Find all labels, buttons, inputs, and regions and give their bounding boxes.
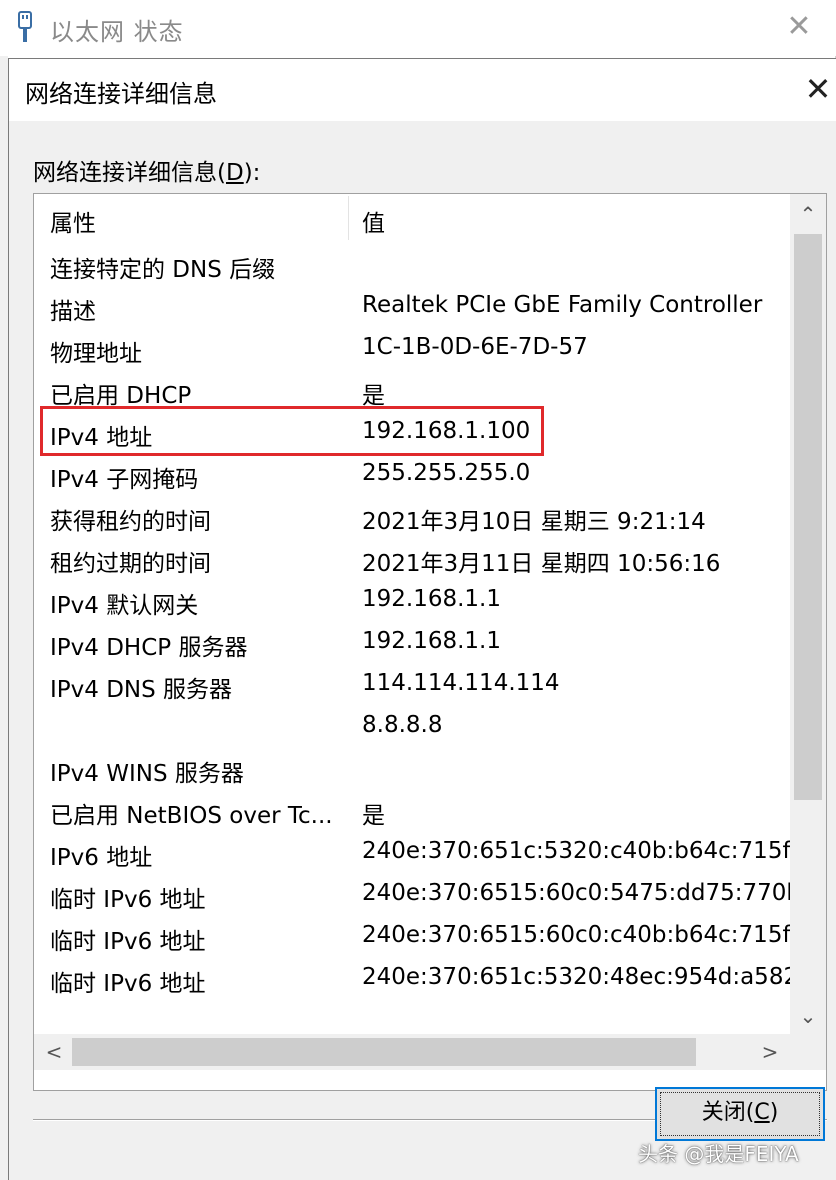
scroll-up-icon[interactable]: ⌃ [790, 196, 826, 232]
row-value: 240e:370:6515:60c0:c40b:b64c:715f:6 [362, 922, 790, 948]
list-row[interactable]: IPv4 WINS 服务器 [34, 746, 790, 788]
row-value: 240e:370:651c:5320:48ec:954d:a582:6 [362, 964, 790, 990]
row-property: 连接特定的 DNS 后缀 [50, 257, 276, 283]
list-row[interactable]: 已启用 DHCP 是 [34, 368, 790, 410]
list-row[interactable]: IPv4 默认网关 192.168.1.1 [34, 578, 790, 620]
column-divider[interactable] [348, 196, 349, 240]
list-row[interactable]: IPv4 DNS 服务器 114.114.114.114 [34, 662, 790, 704]
list-row[interactable]: 描述 Realtek PCIe GbE Family Controller [34, 284, 790, 326]
parent-window-title: 以太网 状态 [50, 18, 184, 46]
list-row[interactable]: 8.8.8.8 [34, 704, 790, 746]
horizontal-scroll-thumb[interactable] [72, 1038, 696, 1066]
scroll-right-icon[interactable]: > [752, 1034, 788, 1070]
row-value: 255.255.255.0 [362, 460, 531, 486]
row-property: IPv4 默认网关 [50, 593, 199, 619]
row-value: 192.168.1.1 [362, 628, 501, 654]
list-row[interactable]: 已启用 NetBIOS over Tc... 是 [34, 788, 790, 830]
row-value: 240e:370:6515:60c0:5475:dd75:770b: [362, 880, 790, 906]
scroll-left-icon[interactable]: < [36, 1034, 72, 1070]
row-property: IPv4 子网掩码 [50, 467, 199, 493]
horizontal-scrollbar[interactable]: < > [34, 1034, 826, 1070]
row-property: IPv4 DNS 服务器 [50, 677, 233, 703]
row-value: 240e:370:651c:5320:c40b:b64c:715f:6 [362, 838, 790, 864]
list-row[interactable]: 获得租约的时间 2021年3月10日 星期三 9:21:14 [34, 494, 790, 536]
network-adapter-icon [18, 11, 32, 42]
close-button[interactable]: 关闭(C) [655, 1087, 825, 1141]
list-row[interactable]: IPv6 地址 240e:370:651c:5320:c40b:b64c:715f… [34, 830, 790, 872]
close-icon[interactable]: ✕ [801, 71, 835, 107]
scrollbar-corner [790, 1034, 826, 1070]
list-rows: 连接特定的 DNS 后缀 描述 Realtek PCIe GbE Family Co… [34, 242, 790, 1034]
vertical-scroll-thumb[interactable] [794, 234, 822, 800]
list-row[interactable]: 物理地址 1C-1B-0D-6E-7D-57 [34, 326, 790, 368]
row-property: 物理地址 [50, 341, 142, 367]
column-header-value[interactable]: 值 [362, 204, 385, 238]
parent-window-edge [0, 56, 8, 1180]
row-value: Realtek PCIe GbE Family Controller [362, 292, 763, 318]
ipv4-address-highlight [40, 406, 544, 456]
list-row[interactable]: 租约过期的时间 2021年3月11日 星期四 10:56:16 [34, 536, 790, 578]
row-property: IPv4 WINS 服务器 [50, 761, 244, 787]
row-property: 临时 IPv6 地址 [50, 929, 206, 955]
column-header-property[interactable]: 属性 [50, 204, 96, 238]
row-value: 是 [362, 383, 385, 409]
dialog-title: 网络连接详细信息 [25, 80, 217, 108]
dialog-titlebar: 网络连接详细信息 ✕ [9, 59, 836, 121]
row-value: 2021年3月11日 星期四 10:56:16 [362, 551, 721, 577]
row-property: 租约过期的时间 [50, 551, 211, 577]
row-property: IPv4 DHCP 服务器 [50, 635, 248, 661]
parent-titlebar: 以太网 状态 ✕ [0, 0, 836, 56]
row-property: 已启用 NetBIOS over Tc... [50, 803, 333, 829]
list-row[interactable]: 临时 IPv6 地址 240e:370:6515:60c0:c40b:b64c:7… [34, 914, 790, 956]
row-value: 2021年3月10日 星期三 9:21:14 [362, 509, 706, 535]
vertical-scrollbar[interactable]: ⌃ ⌄ [790, 194, 826, 1034]
row-value: 8.8.8.8 [362, 712, 443, 738]
list-row[interactable]: 临时 IPv6 地址 240e:370:6515:60c0:5475:dd75:7… [34, 872, 790, 914]
row-value: 114.114.114.114 [362, 670, 560, 696]
row-property: 描述 [50, 299, 96, 325]
row-property: 获得租约的时间 [50, 509, 211, 535]
parent-close-icon[interactable]: ✕ [784, 12, 814, 42]
scroll-down-icon[interactable]: ⌄ [790, 998, 826, 1034]
details-list[interactable]: 属性 值 连接特定的 DNS 后缀 描述 Realtek PCIe GbE Fami… [33, 193, 827, 1091]
row-property: 已启用 DHCP [50, 383, 192, 409]
row-property: 临时 IPv6 地址 [50, 887, 206, 913]
list-header: 属性 值 [34, 194, 790, 242]
list-row[interactable]: IPv4 DHCP 服务器 192.168.1.1 [34, 620, 790, 662]
list-row[interactable]: 临时 IPv6 地址 240e:370:651c:5320:48ec:954d:a… [34, 956, 790, 998]
details-label: 网络连接详细信息(D): [33, 160, 261, 186]
list-row[interactable]: 连接特定的 DNS 后缀 [34, 242, 790, 284]
row-value: 1C-1B-0D-6E-7D-57 [362, 334, 588, 360]
row-value: 192.168.1.1 [362, 586, 501, 612]
list-row[interactable]: IPv4 子网掩码 255.255.255.0 [34, 452, 790, 494]
watermark: 头条 @我是FEIYA [638, 1142, 799, 1166]
network-details-dialog: 网络连接详细信息 ✕ 网络连接详细信息(D): 属性 值 连接特定的 DNS 后… [8, 58, 836, 1180]
row-property: 临时 IPv6 地址 [50, 971, 206, 997]
focus-rect [660, 1092, 820, 1136]
row-property: IPv6 地址 [50, 845, 153, 871]
row-value: 是 [362, 803, 385, 829]
